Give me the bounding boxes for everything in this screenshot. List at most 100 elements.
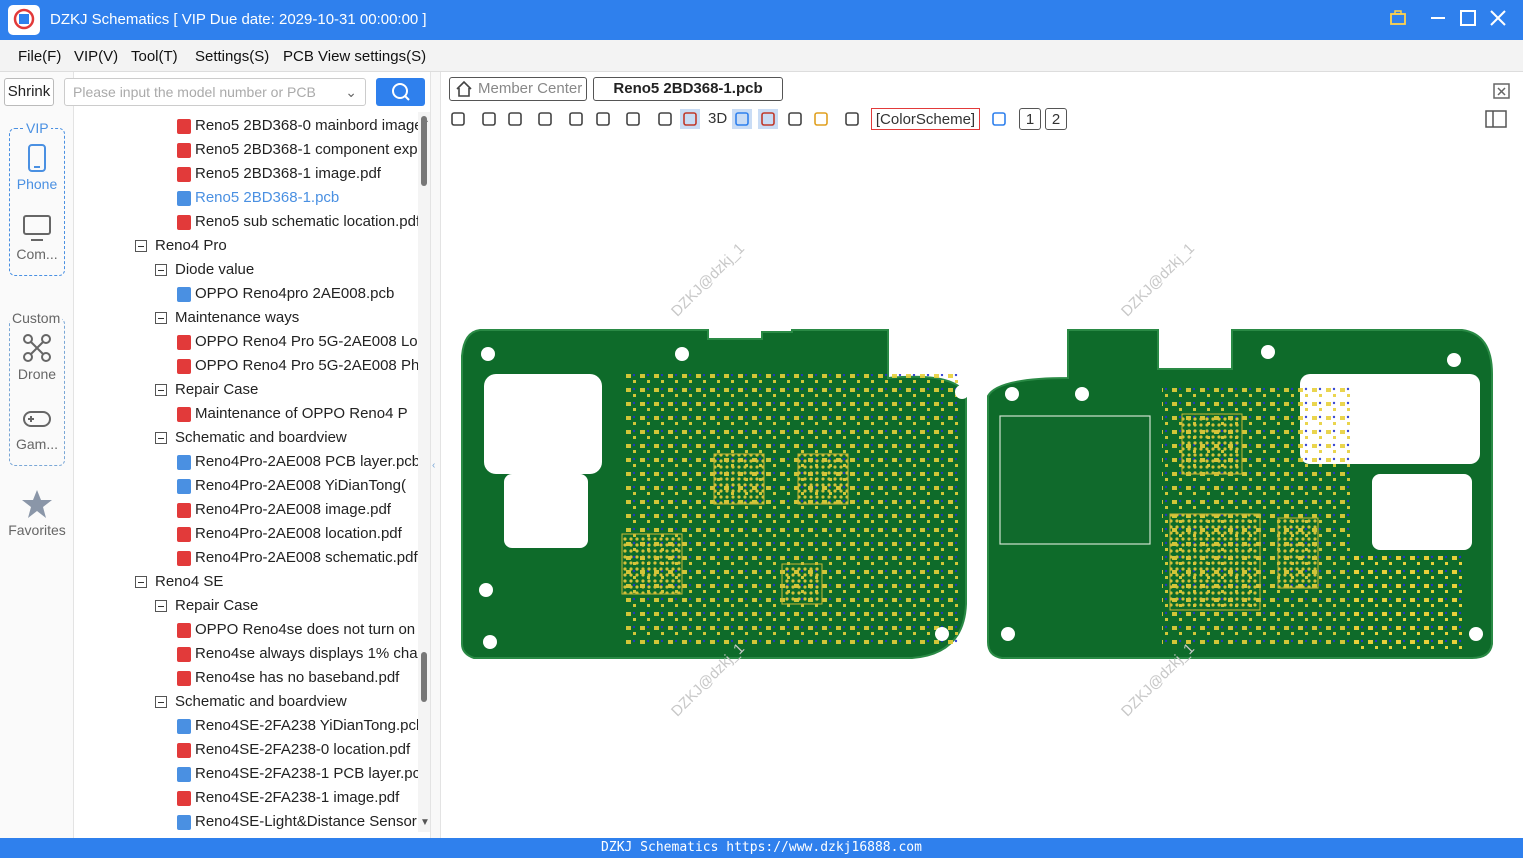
zoom-out-icon[interactable]	[505, 109, 525, 129]
menu-settings[interactable]: Settings(S)	[195, 48, 269, 65]
tree-file[interactable]: Reno4Pro-2AE008 image.pdf	[75, 498, 418, 522]
vip-label: VIP	[24, 120, 51, 136]
category-drone[interactable]: Drone	[6, 332, 68, 382]
tree-item-label: Reno4SE-2FA238-1 PCB layer.pcb	[195, 765, 418, 782]
tree-item-label: Diode value	[175, 261, 255, 278]
briefcase-icon[interactable]	[1386, 8, 1410, 32]
eye-icon[interactable]	[989, 109, 1009, 129]
scroll-down-icon[interactable]: ▼	[420, 817, 430, 828]
tree-scrollbar[interactable]: ▲ ▼	[418, 112, 430, 832]
tree-folder[interactable]: Repair Case	[75, 378, 418, 402]
menu-vip[interactable]: VIP(V)	[74, 48, 118, 65]
favorites-button[interactable]: Favorites	[6, 488, 68, 538]
side-panel-icon[interactable]	[1485, 110, 1507, 131]
menu-pcb-view-settings[interactable]: PCB View settings(S)	[283, 48, 426, 65]
scroll-thumb-upper[interactable]	[421, 116, 427, 186]
pcb-file-icon	[177, 815, 191, 830]
search-button[interactable]	[376, 78, 425, 106]
trace-icon[interactable]	[785, 109, 805, 129]
tree-file[interactable]: Reno4Pro-2AE008 YiDianTong(	[75, 474, 418, 498]
tree-file[interactable]: OPPO Reno4pro 2AE008.pcb	[75, 282, 418, 306]
tree-folder[interactable]: Schematic and boardview	[75, 426, 418, 450]
collapse-toggle-icon[interactable]	[135, 240, 147, 252]
pdf-file-icon	[177, 551, 191, 566]
tree-item-label: Reno4se always displays 1% cha	[195, 645, 418, 662]
close-icon[interactable]	[1486, 8, 1510, 32]
tree-folder[interactable]: Schematic and boardview	[75, 690, 418, 714]
tree-folder[interactable]: Reno4 SE	[75, 570, 418, 594]
tree-file[interactable]: Reno4SE-Light&Distance Sensor	[75, 810, 418, 832]
page-2-button[interactable]: 2	[1045, 108, 1067, 130]
tree-file[interactable]: OPPO Reno4se does not turn on	[75, 618, 418, 642]
search-input[interactable]: Please input the model number or PCB ⌄	[64, 78, 366, 106]
top-layer-icon[interactable]	[680, 109, 700, 129]
shrink-button[interactable]: Shrink	[4, 78, 54, 106]
mouse-icon[interactable]	[842, 109, 862, 129]
chevron-down-icon[interactable]: ⌄	[345, 79, 357, 105]
tree-file[interactable]: Reno5 sub schematic location.pdf	[75, 210, 418, 234]
split-view-icon[interactable]	[448, 109, 468, 129]
tree-folder[interactable]: Reno4 Pro	[75, 234, 418, 258]
collapse-toggle-icon[interactable]	[155, 432, 167, 444]
tree-file[interactable]: Maintenance of OPPO Reno4 P	[75, 402, 418, 426]
collapse-arrow-icon[interactable]: ‹	[432, 460, 435, 471]
close-tab-icon[interactable]	[1492, 80, 1512, 103]
collapse-toggle-icon[interactable]	[155, 384, 167, 396]
custom-label: Custom	[10, 310, 63, 326]
menu-tool[interactable]: Tool(T)	[131, 48, 178, 65]
tree-folder[interactable]: Repair Case	[75, 594, 418, 618]
collapse-toggle-icon[interactable]	[155, 312, 167, 324]
tree-folder[interactable]: Diode value	[75, 258, 418, 282]
collapse-toggle-icon[interactable]	[135, 576, 147, 588]
tree-folder[interactable]: Maintenance ways	[75, 306, 418, 330]
3d-button[interactable]: 3D	[708, 108, 727, 130]
scroll-thumb[interactable]	[421, 652, 427, 702]
tree-file[interactable]: Reno5 2BD368-1.pcb	[75, 186, 418, 210]
mirror-icon[interactable]	[655, 109, 675, 129]
fit-view-icon[interactable]	[535, 109, 555, 129]
rotate-left-icon[interactable]	[566, 109, 586, 129]
pcb-file-icon	[177, 455, 191, 470]
tree-file[interactable]: Reno4se has no baseband.pdf	[75, 666, 418, 690]
net-view-icon[interactable]	[758, 109, 778, 129]
pcb-file-icon	[177, 719, 191, 734]
rotate-right-icon[interactable]	[593, 109, 613, 129]
tab-pcb-file[interactable]: Reno5 2BD368-1.pcb	[593, 77, 783, 101]
page-1-button[interactable]: 1	[1019, 108, 1041, 130]
pdf-file-icon	[177, 791, 191, 806]
zoom-in-icon[interactable]	[479, 109, 499, 129]
tree-file[interactable]: Reno4SE-2FA238-1 PCB layer.pcb	[75, 762, 418, 786]
maximize-icon[interactable]	[1456, 8, 1480, 32]
tree-file[interactable]: Reno5 2BD368-1 image.pdf	[75, 162, 418, 186]
tree-file[interactable]: Reno4SE-2FA238-1 image.pdf	[75, 786, 418, 810]
tree-file[interactable]: OPPO Reno4 Pro 5G-2AE008 Ph	[75, 354, 418, 378]
tree-file[interactable]: OPPO Reno4 Pro 5G-2AE008 Lo	[75, 330, 418, 354]
tree-file[interactable]: Reno4se always displays 1% cha	[75, 642, 418, 666]
minimize-icon[interactable]	[1426, 8, 1450, 32]
tree-file[interactable]: Reno4SE-2FA238 YiDianTong.pcb	[75, 714, 418, 738]
tree-file[interactable]: Reno4SE-2FA238-0 location.pdf	[75, 738, 418, 762]
arrow-icon[interactable]	[732, 109, 752, 129]
tab-member-center[interactable]: Member Center	[449, 77, 587, 101]
menu-file[interactable]: File(F)	[18, 48, 61, 65]
category-game[interactable]: Gam...	[6, 402, 68, 452]
tree-item-label: Reno4SE-2FA238-1 image.pdf	[195, 789, 400, 806]
collapse-toggle-icon[interactable]	[155, 264, 167, 276]
tree-file[interactable]: Reno5 2BD368-0 mainbord image.pdf	[75, 114, 418, 138]
collapse-toggle-icon[interactable]	[155, 600, 167, 612]
paint-icon[interactable]	[623, 109, 643, 129]
pcb-canvas[interactable]	[442, 134, 1523, 838]
dots-icon[interactable]	[811, 109, 831, 129]
bga-chip-3	[621, 533, 683, 595]
tree-file[interactable]: Reno4Pro-2AE008 schematic.pdf	[75, 546, 418, 570]
tree-file[interactable]: Reno5 2BD368-1 component explosion.pdf	[75, 138, 418, 162]
tree-file[interactable]: Reno4Pro-2AE008 location.pdf	[75, 522, 418, 546]
category-computer[interactable]: Com...	[6, 212, 68, 262]
tree-item-label: OPPO Reno4 Pro 5G-2AE008 Ph	[195, 357, 418, 374]
tree-file[interactable]: Reno4Pro-2AE008 PCB layer.pcb	[75, 450, 418, 474]
color-scheme-button[interactable]: [ColorScheme]	[871, 108, 980, 130]
collapse-toggle-icon[interactable]	[155, 696, 167, 708]
category-phone[interactable]: Phone	[6, 142, 68, 192]
panel-splitter[interactable]: ‹	[430, 72, 441, 838]
bga-chip-2	[797, 453, 849, 505]
